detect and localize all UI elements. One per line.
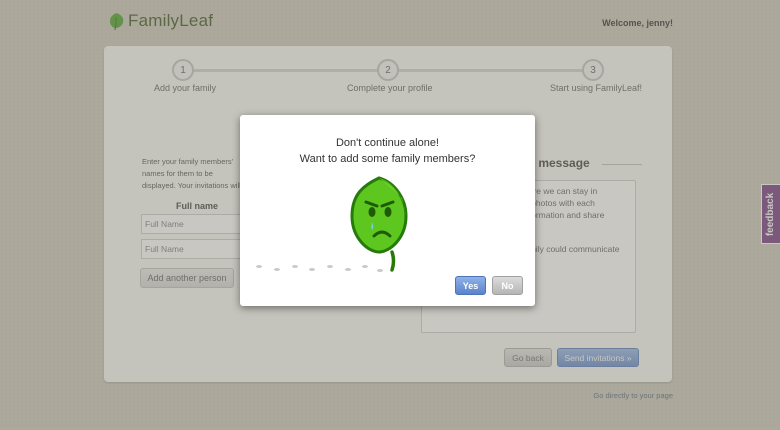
footprint-dot <box>274 268 280 271</box>
add-family-prompt-modal: Don't continue alone! Want to add some f… <box>240 115 535 306</box>
footprint-dot <box>362 265 368 268</box>
footprint-dot <box>377 269 383 272</box>
modal-title: Don't continue alone! <box>335 137 439 149</box>
sad-leaf-icon <box>350 176 408 272</box>
footprint-dot <box>327 265 333 268</box>
footprint-dot <box>256 265 262 268</box>
no-button[interactable]: No <box>492 276 523 295</box>
yes-button[interactable]: Yes <box>455 276 486 295</box>
footprint-dot <box>345 268 351 271</box>
modal-question: Want to add some family members? <box>299 153 476 165</box>
footprint-dot <box>309 268 315 271</box>
footprint-dot <box>292 265 298 268</box>
